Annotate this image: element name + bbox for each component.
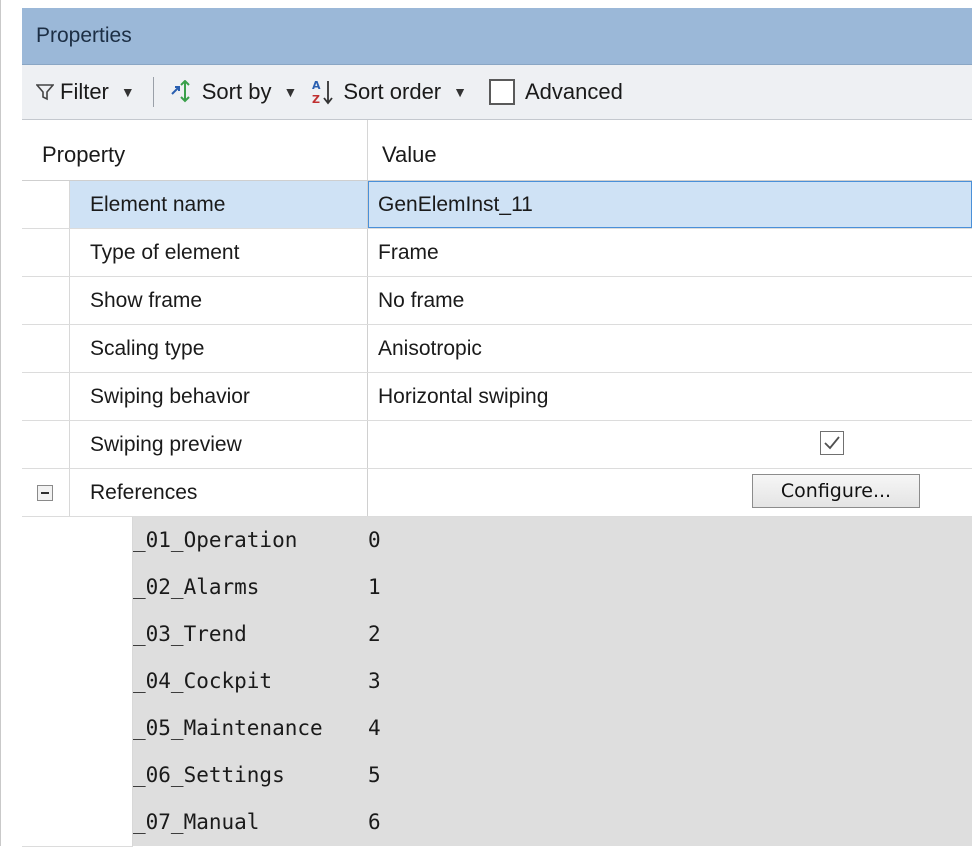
reference-cell: _05_Maintenance 4 <box>133 705 972 752</box>
reference-cell: _03_Trend 2 <box>133 611 972 658</box>
row-gutter <box>22 373 70 420</box>
svg-text:A: A <box>312 79 321 92</box>
property-name: Swiping behavior <box>70 373 368 420</box>
reference-row[interactable]: _07_Manual 6 <box>22 799 972 847</box>
chevron-down-icon: ▼ <box>120 84 135 100</box>
property-name: Type of element <box>70 229 368 276</box>
row-gutter <box>22 564 133 612</box>
reference-name: _07_Manual <box>133 810 260 834</box>
property-value <box>368 421 972 468</box>
row-gutter <box>22 799 133 847</box>
property-row-type-of-element[interactable]: Type of element Frame <box>22 229 972 277</box>
sort-order-label: Sort order <box>343 79 442 104</box>
reference-name: _04_Cockpit <box>133 669 273 693</box>
property-value[interactable]: Horizontal swiping <box>368 373 972 420</box>
property-name: Element name <box>70 181 368 228</box>
reference-name: _02_Alarms <box>133 575 260 599</box>
row-gutter <box>22 611 133 659</box>
property-row-swiping-behavior[interactable]: Swiping behavior Horizontal swiping <box>22 373 972 421</box>
reference-row[interactable]: _06_Settings 5 <box>22 752 972 800</box>
row-gutter <box>22 181 70 228</box>
sort-by-icon <box>170 80 196 104</box>
row-gutter <box>22 705 133 753</box>
filter-button[interactable]: Filter ▼ <box>32 72 139 112</box>
reference-row[interactable]: _03_Trend 2 <box>22 611 972 659</box>
panel-titlebar: Properties <box>22 8 972 65</box>
grid-header: Property Value <box>22 120 972 181</box>
collapse-minus-icon[interactable] <box>37 485 53 501</box>
advanced-toggle[interactable]: Advanced <box>485 72 627 112</box>
property-value: Configure... <box>368 469 972 516</box>
reference-row[interactable]: _05_Maintenance 4 <box>22 705 972 753</box>
property-value[interactable]: No frame <box>368 277 972 324</box>
property-row-show-frame[interactable]: Show frame No frame <box>22 277 972 325</box>
row-gutter <box>22 517 133 565</box>
row-gutter <box>22 325 70 372</box>
chevron-down-icon: ▼ <box>283 84 298 100</box>
sort-by-button[interactable]: Sort by ▼ <box>166 72 302 112</box>
configure-button[interactable]: Configure... <box>752 474 920 508</box>
row-gutter <box>22 658 133 706</box>
reference-cell: _02_Alarms 1 <box>133 564 972 611</box>
property-value[interactable]: Frame <box>368 229 972 276</box>
property-value-field[interactable]: GenElemInst_11 <box>368 181 972 228</box>
property-row-references[interactable]: References Configure... <box>22 469 972 517</box>
property-name: Show frame <box>70 277 368 324</box>
reference-value[interactable]: 5 <box>368 763 381 787</box>
reference-value[interactable]: 2 <box>368 622 381 646</box>
reference-value[interactable]: 3 <box>368 669 381 693</box>
window-edge <box>0 0 1 846</box>
reference-name: _06_Settings <box>133 763 285 787</box>
reference-name: _01_Operation <box>133 528 298 552</box>
reference-value[interactable]: 0 <box>368 528 381 552</box>
reference-name: _03_Trend <box>133 622 247 646</box>
property-row-scaling-type[interactable]: Scaling type Anisotropic <box>22 325 972 373</box>
reference-cell: _01_Operation 0 <box>133 517 972 564</box>
toolbar-separator <box>152 77 154 107</box>
column-header-property[interactable]: Property <box>42 142 125 168</box>
sort-az-icon: A Z <box>311 78 337 106</box>
reference-name: _05_Maintenance <box>133 716 323 740</box>
reference-cell: _07_Manual 6 <box>133 799 972 846</box>
advanced-checkbox[interactable] <box>489 79 515 105</box>
properties-panel: Properties Filter ▼ Sort by ▼ A Z Sort o… <box>22 0 972 847</box>
reference-value[interactable]: 4 <box>368 716 381 740</box>
reference-row[interactable]: _01_Operation 0 <box>22 517 972 565</box>
advanced-label: Advanced <box>525 79 623 104</box>
property-name: Swiping preview <box>70 421 368 468</box>
property-name: Scaling type <box>70 325 368 372</box>
row-gutter <box>22 752 133 800</box>
swiping-preview-checkbox[interactable] <box>820 431 844 455</box>
toolbar: Filter ▼ Sort by ▼ A Z Sort order ▼ Adva… <box>22 65 972 120</box>
reference-row[interactable]: _04_Cockpit 3 <box>22 658 972 706</box>
sort-order-button[interactable]: A Z Sort order ▼ <box>307 72 471 112</box>
property-row-element-name[interactable]: Element name GenElemInst_11 <box>22 181 972 229</box>
panel-title: Properties <box>36 24 132 47</box>
checkmark-icon <box>824 436 840 450</box>
reference-value[interactable]: 1 <box>368 575 381 599</box>
reference-row[interactable]: _02_Alarms 1 <box>22 564 972 612</box>
property-grid: Property Value Element name GenElemInst_… <box>22 120 972 847</box>
row-gutter <box>22 421 70 468</box>
reference-cell: _06_Settings 5 <box>133 752 972 799</box>
funnel-icon <box>36 83 54 101</box>
svg-text:Z: Z <box>312 93 320 106</box>
row-gutter <box>22 229 70 276</box>
column-divider[interactable] <box>367 120 368 180</box>
chevron-down-icon: ▼ <box>453 84 467 100</box>
property-value[interactable]: Anisotropic <box>368 325 972 372</box>
row-gutter <box>22 469 70 516</box>
row-gutter <box>22 277 70 324</box>
reference-value[interactable]: 6 <box>368 810 381 834</box>
column-header-value[interactable]: Value <box>382 142 437 168</box>
sort-by-label: Sort by <box>201 79 272 104</box>
property-name: References <box>70 469 368 516</box>
filter-label: Filter <box>60 79 109 104</box>
reference-cell: _04_Cockpit 3 <box>133 658 972 705</box>
property-row-swiping-preview[interactable]: Swiping preview <box>22 421 972 469</box>
